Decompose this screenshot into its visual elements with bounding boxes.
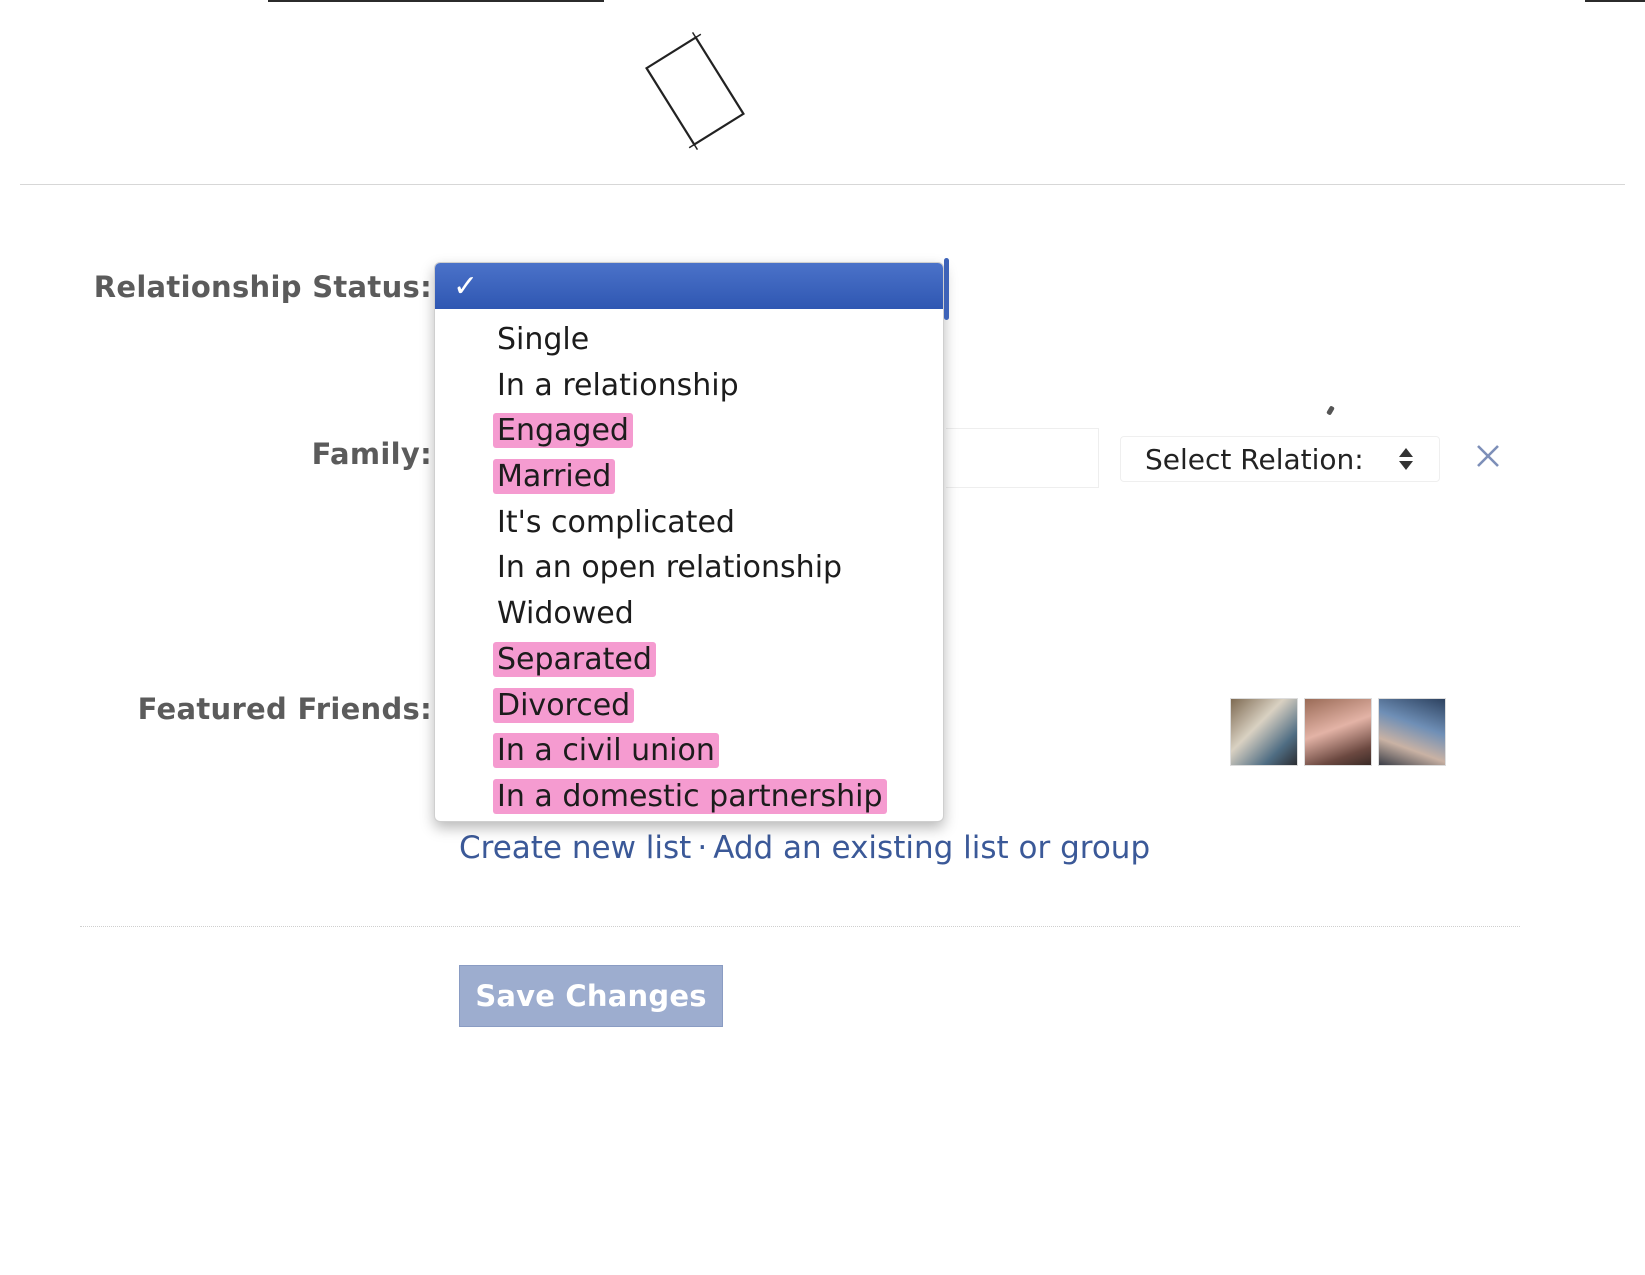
top-rule-right [1585,0,1645,2]
relationship-option-label: Widowed [497,596,634,632]
selected-blank-option[interactable]: ✓ [435,263,943,309]
relationship-option[interactable]: Widowed [435,591,943,637]
relationship-option-label: Engaged [493,413,633,449]
relationship-option[interactable]: In an open relationship [435,545,943,591]
bottom-divider [80,926,1520,927]
save-changes-button[interactable]: Save Changes [459,965,723,1027]
checkmark-icon: ✓ [453,268,479,304]
relationship-option[interactable]: Engaged [435,408,943,454]
relationship-status-menu[interactable]: ✓ Single In a relationship Engaged Married I… [434,262,944,822]
relationship-option[interactable]: Married [435,454,943,500]
relationship-option[interactable]: Separated [435,637,943,683]
relationship-option[interactable]: In a civil union [435,728,943,774]
relationship-option-label: Married [493,459,616,495]
relationship-status-label: Relationship Status: [93,270,432,304]
verb-stamp [628,24,762,158]
top-rule [268,0,604,2]
relationship-option-label: In an open relationship [497,550,843,586]
relationship-status-options: Single In a relationship Engaged Married It'… [435,309,943,820]
scan-speck [1326,405,1335,416]
select-relation-dropdown[interactable]: Select Relation: [1120,436,1440,482]
relationship-option-label: In a relationship [497,367,739,403]
menu-scroll-indicator [944,258,949,320]
relationship-option[interactable]: In a relationship [435,363,943,409]
close-icon[interactable] [1473,441,1503,471]
relationship-option-label: In a domestic partnership [493,778,887,814]
family-label: Family: [311,437,432,471]
section-divider [20,184,1625,185]
relationship-option-label: Single [497,322,590,357]
featured-friends-thumbnails [1230,698,1446,766]
relationship-option-label: It's complicated [497,504,735,540]
link-separator: · [697,830,708,866]
relationship-option-label: Separated [493,641,656,677]
friend-photo[interactable] [1230,698,1298,766]
relationship-option-label: In a civil union [493,733,719,769]
family-name-input[interactable] [946,428,1099,488]
relationship-option[interactable]: It's complicated [435,500,943,546]
relationship-option[interactable]: In a domestic partnership [435,774,943,820]
friend-photo[interactable] [1378,698,1446,766]
list-links: Create new list · Add an existing list or … [459,830,1150,866]
updown-arrows-icon [1399,448,1413,470]
select-relation-label: Select Relation: [1145,442,1364,476]
relationship-option[interactable]: Single [435,317,943,363]
friend-photo[interactable] [1304,698,1372,766]
add-existing-list-link[interactable]: Add an existing list or group [713,830,1150,866]
create-new-list-link[interactable]: Create new list [459,830,691,866]
relationship-option-label: Divorced [493,687,635,723]
featured-friends-label: Featured Friends: [137,692,432,726]
relationship-option[interactable]: Divorced [435,683,943,729]
